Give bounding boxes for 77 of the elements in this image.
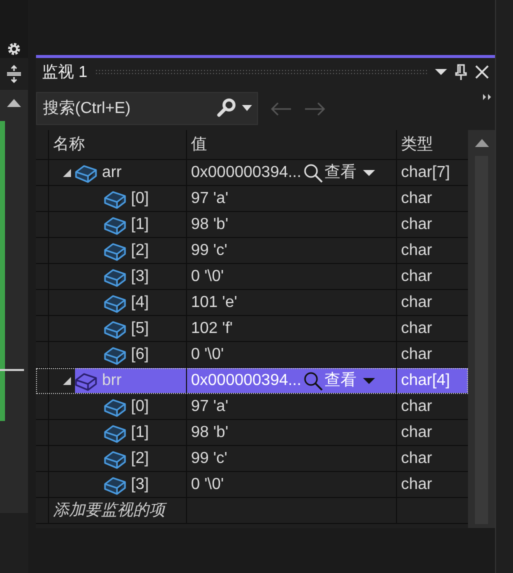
variable-name: [4] [131, 294, 149, 312]
watch-row[interactable]: [0] 97 'a' char [36, 394, 468, 420]
watch-row[interactable]: [1] 98 'b' char [36, 212, 468, 238]
variable-icon [104, 422, 126, 442]
watch-row[interactable]: [3] 0 '\0' char [36, 472, 468, 498]
value-text: 101 'e' [191, 294, 238, 312]
variable-icon [104, 292, 126, 312]
watch-row[interactable]: [4] 101 'e' char [36, 290, 468, 316]
dropdown-icon[interactable] [435, 68, 447, 76]
value-text: 0x000000394... [191, 164, 302, 182]
search-field[interactable]: 搜索(Ctrl+E) [36, 92, 258, 125]
variable-name: [2] [131, 242, 149, 260]
variable-icon [104, 344, 126, 364]
variable-name: [1] [131, 424, 149, 442]
variable-name: [0] [131, 398, 149, 416]
watch-row[interactable]: [2] 99 'c' char [36, 446, 468, 472]
view-button[interactable]: 查看 [303, 370, 376, 391]
variable-icon [104, 188, 126, 208]
value-text: 99 'c' [191, 450, 228, 468]
scroll-thumb[interactable] [0, 121, 5, 421]
splitter-icon[interactable] [6, 65, 22, 83]
value-text: 98 'b' [191, 424, 228, 442]
watch-row[interactable]: [1] 98 'b' char [36, 420, 468, 446]
pin-icon[interactable] [455, 64, 467, 80]
value-text: 99 'c' [191, 242, 228, 260]
scroll-up-icon[interactable] [474, 139, 488, 147]
variable-icon [104, 448, 126, 468]
view-button[interactable]: 查看 [303, 162, 376, 183]
variable-icon [104, 474, 126, 494]
position-marker [0, 369, 24, 371]
variable-icon [104, 266, 126, 286]
window-title: 监视 1 [42, 62, 88, 82]
magnifier-icon [303, 162, 324, 182]
variable-name: [3] [131, 476, 149, 494]
caret-icon [363, 378, 376, 384]
expanded-triangle-icon[interactable] [63, 168, 71, 176]
variable-icon [75, 162, 97, 182]
column-header[interactable]: 值 [186, 130, 396, 159]
watch-row[interactable]: [2] 99 'c' char [36, 238, 468, 264]
variable-icon [104, 240, 126, 260]
search-icon[interactable] [216, 98, 238, 118]
watch-row[interactable]: [5] 102 'f' char [36, 316, 468, 342]
watch-row[interactable]: [0] 97 'a' char [36, 186, 468, 212]
variable-name: [3] [131, 268, 149, 286]
caret-icon [363, 170, 376, 176]
value-text: 97 'a' [191, 398, 228, 416]
variable-name: [1] [131, 216, 149, 234]
variable-icon [75, 370, 97, 390]
variable-name: arr [102, 164, 122, 182]
value-text: 0 '\0' [191, 476, 224, 494]
value-text: 97 'a' [191, 190, 228, 208]
selected-row[interactable]: brr 0x000000394... 查看 char[4] [36, 368, 468, 394]
variable-name: [2] [131, 450, 149, 468]
magnifier-icon [303, 370, 324, 390]
value-text: 98 'b' [191, 216, 228, 234]
expanded-triangle-icon[interactable] [63, 376, 71, 384]
settings-icon[interactable] [7, 42, 21, 56]
overflow-icon[interactable] [483, 94, 491, 100]
close-icon[interactable] [475, 65, 489, 79]
variable-icon [104, 396, 126, 416]
scroll-up-icon[interactable] [7, 99, 21, 107]
watch-row[interactable]: arr 0x000000394... 查看 char[7] [36, 160, 468, 186]
column-header[interactable]: 名称 [48, 130, 186, 159]
value-text: 102 'f' [191, 320, 233, 338]
variable-name: [5] [131, 320, 149, 338]
variable-name: brr [102, 372, 122, 390]
caret-icon[interactable] [242, 105, 252, 111]
variable-icon [104, 214, 126, 234]
variable-name: [0] [131, 190, 149, 208]
variable-icon [104, 318, 126, 338]
variable-name: [6] [131, 346, 149, 364]
watch-row[interactable]: [3] 0 '\0' char [36, 264, 468, 290]
value-text: 0 '\0' [191, 268, 224, 286]
type-cell: char[4] [396, 368, 468, 393]
value-text: 0 '\0' [191, 346, 224, 364]
value-text: 0x000000394... [191, 372, 302, 390]
add-watch-field[interactable]: 添加要监视的项 [49, 500, 186, 520]
